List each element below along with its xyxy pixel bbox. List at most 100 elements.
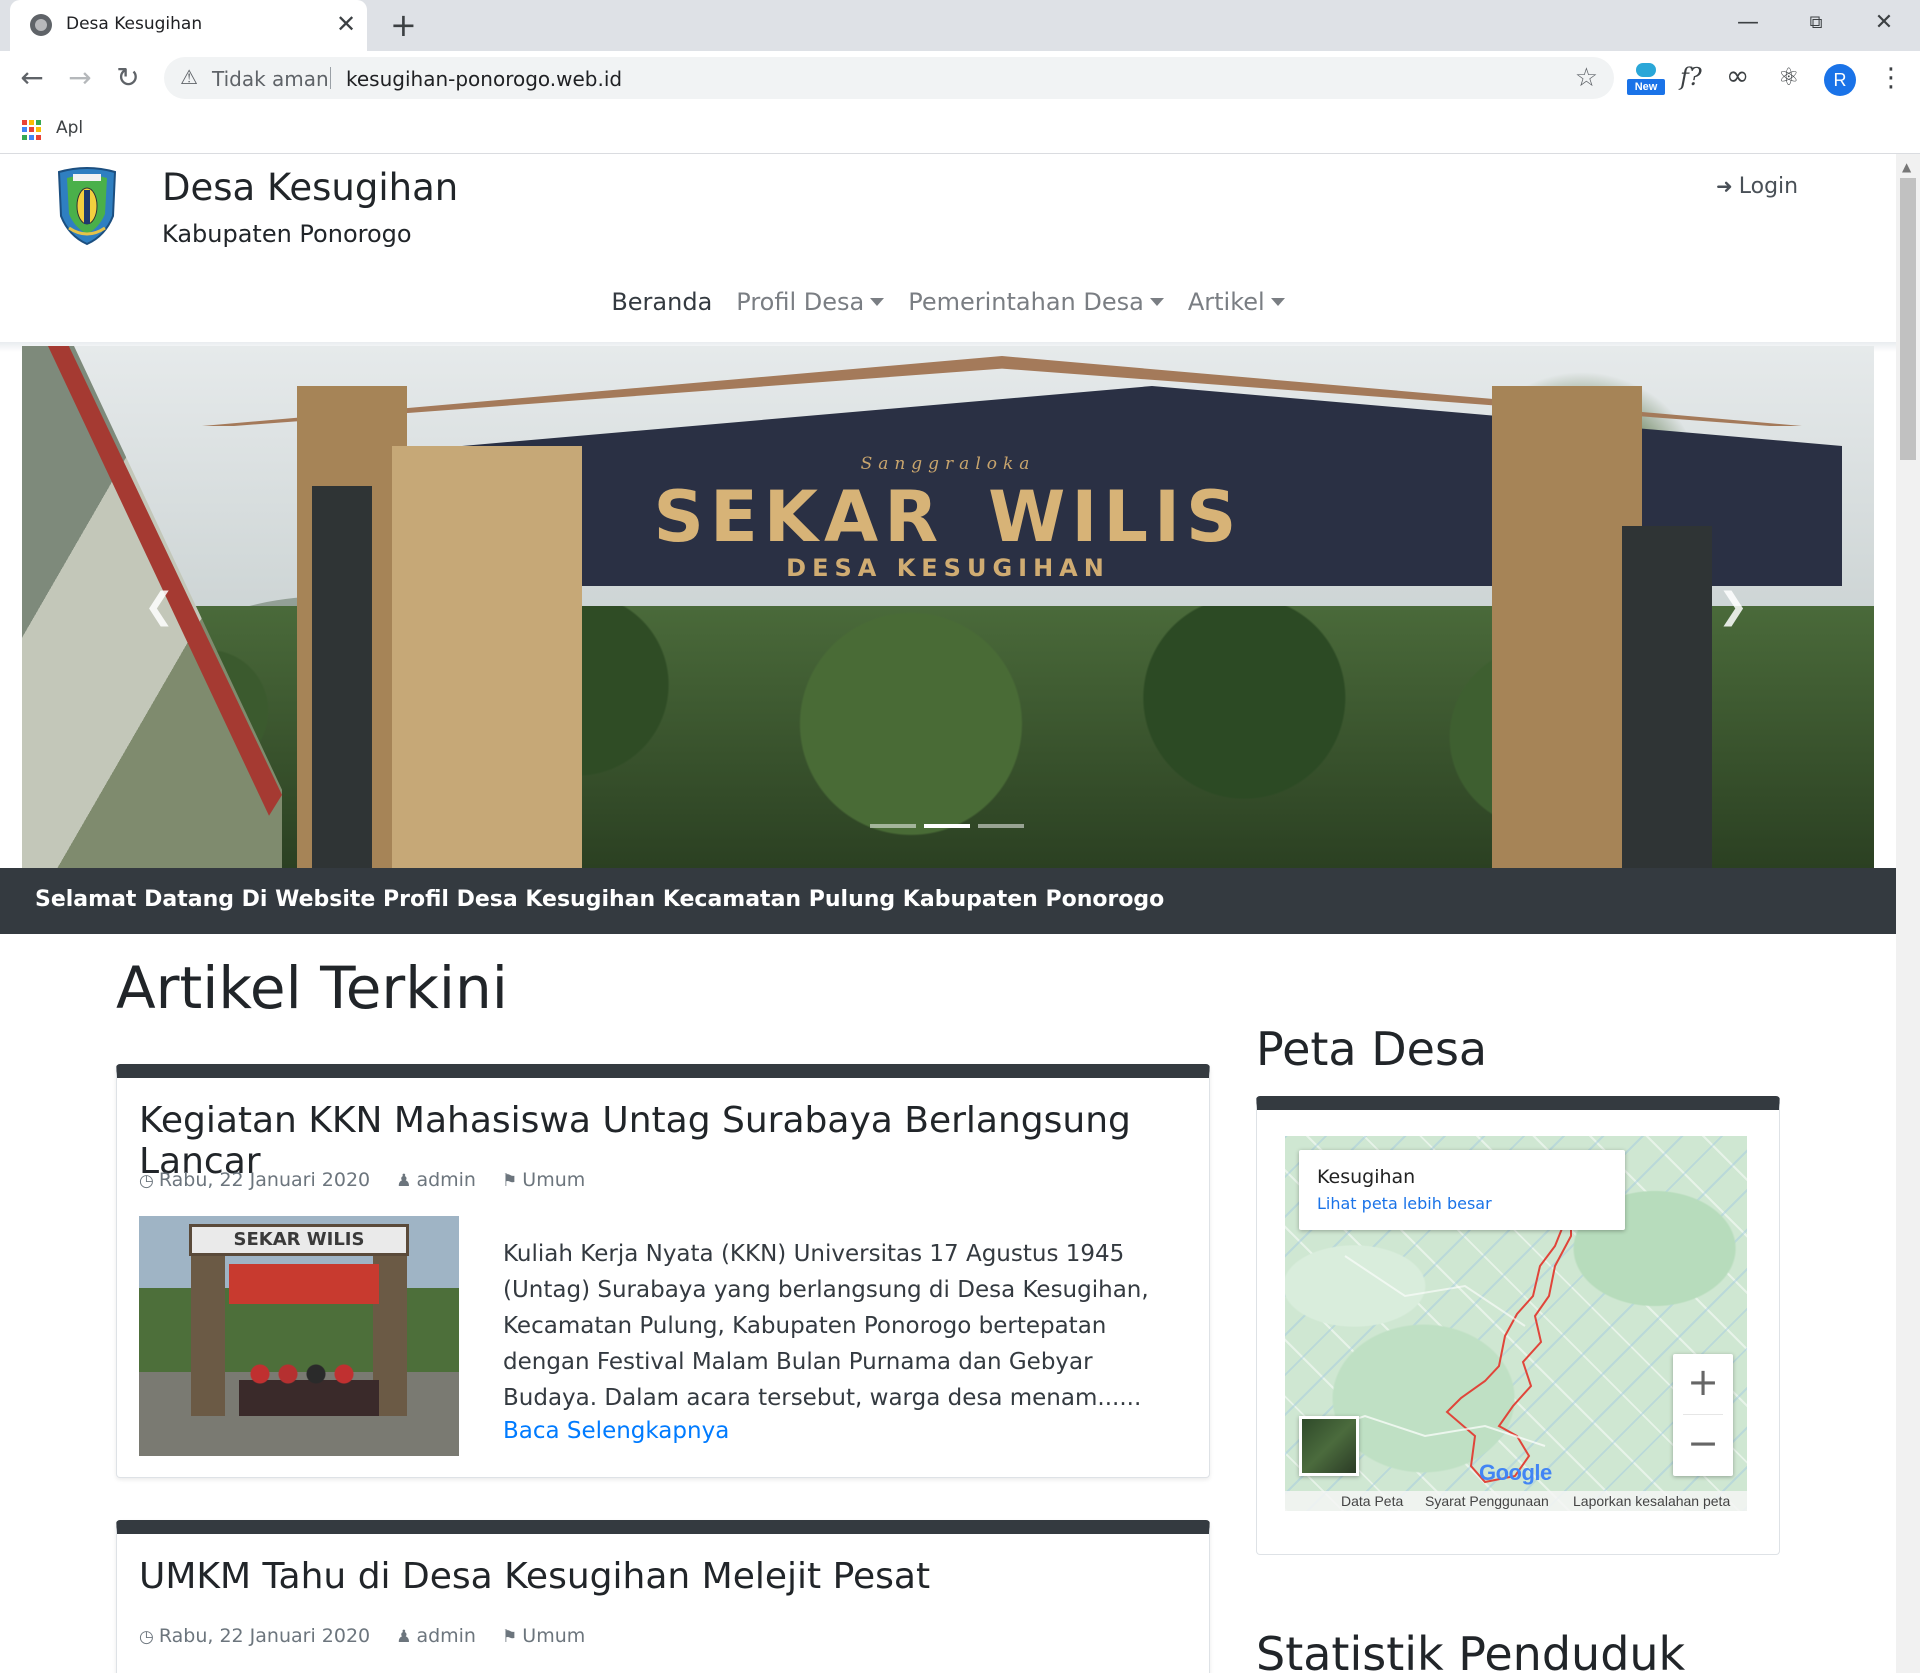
site-title[interactable]: Desa Kesugihan [162,166,458,209]
infinity-extension-icon[interactable]: ∞ [1726,59,1749,92]
ponorogo-emblem-logo[interactable] [55,166,119,246]
bookmarks-bar: Apl [0,105,1920,154]
article-category[interactable]: Umum [522,1169,585,1191]
article-author[interactable]: admin [416,1625,476,1647]
scrollbar-thumb[interactable] [1900,178,1916,460]
login-link[interactable]: ➜ Login [1716,174,1798,199]
article-date: Rabu, 22 Januari 2020 [158,1625,371,1647]
map-report-link[interactable]: Laporkan kesalahan peta [1573,1493,1730,1509]
minimize-icon[interactable]: — [1728,6,1768,40]
tab-title: Desa Kesugihan [66,14,203,34]
carousel-indicator-active[interactable] [924,824,970,828]
map-info-box: Kesugihan Lihat peta lebih besar [1299,1150,1625,1230]
scroll-up-icon[interactable]: ▲ [1902,160,1911,174]
nav-label: Beranda [611,288,713,316]
clock-icon: ◷ [139,1627,154,1647]
article-meta: ◷ Rabu, 22 Januari 2020 ♟ admin ⚑ Umum [139,1625,605,1647]
bookmark-star-icon[interactable]: ☆ [1575,63,1598,93]
article-thumbnail[interactable]: SEKAR WILIS [139,1216,459,1456]
apps-bookmark-label[interactable]: Apl [56,118,83,138]
carousel-indicators [870,824,1024,828]
map-place-name: Kesugihan [1317,1166,1416,1188]
back-icon[interactable]: ← [16,62,48,94]
user-icon: ♟ [396,1627,412,1647]
zoom-controls: + − [1673,1354,1733,1476]
sign-in-icon: ➜ [1716,174,1733,198]
gate-title: SEKAR WILIS [22,476,1874,558]
map-data-link[interactable]: Data Peta [1341,1493,1403,1509]
browser-tab[interactable]: Desa Kesugihan ✕ [10,0,367,51]
nav-item-profil-desa[interactable]: Profil Desa [736,288,885,338]
user-icon: ♟ [396,1171,412,1191]
browser-tab-strip: Desa Kesugihan ✕ + — ⧉ ✕ [0,0,1920,51]
hero-carousel[interactable]: Sanggraloka SEKAR WILIS DESA KESUGIHAN ❮ … [22,346,1874,868]
warning-icon: ⚠ [180,65,198,89]
article-author[interactable]: admin [416,1169,476,1191]
read-more-link[interactable]: Baca Selengkapnya [503,1418,729,1444]
tag-icon: ⚑ [502,1627,518,1647]
forward-icon[interactable]: → [64,62,96,94]
map-card: Kesugihan Lihat peta lebih besar + − Goo… [1256,1096,1780,1555]
article-card: UMKM Tahu di Desa Kesugihan Melejit Pesa… [116,1520,1210,1673]
carousel-indicator[interactable] [870,824,916,828]
nav-item-pemerintahan-desa[interactable]: Pemerintahan Desa [908,288,1164,338]
embedded-map[interactable]: Kesugihan Lihat peta lebih besar + − Goo… [1285,1136,1747,1511]
nav-item-beranda[interactable]: Beranda [611,288,712,338]
login-label: Login [1738,174,1799,199]
page-scrollbar[interactable]: ▲ [1896,154,1920,1673]
satellite-toggle[interactable] [1299,1416,1359,1476]
thumb-people [239,1356,379,1416]
caret-down-icon [1149,298,1164,306]
browser-toolbar: ← → ↻ ⚠ Tidak aman kesugihan-ponorogo.we… [0,51,1920,105]
article-title[interactable]: UMKM Tahu di Desa Kesugihan Melejit Pesa… [139,1556,930,1597]
profile-avatar[interactable]: R [1824,64,1856,96]
tag-icon: ⚑ [502,1171,518,1191]
thumb-sign: SEKAR WILIS [189,1224,409,1256]
view-larger-map-link[interactable]: Lihat peta lebih besar [1317,1194,1492,1213]
gate-subtitle: DESA KESUGIHAN [786,554,1110,582]
carousel-next-icon[interactable]: ❯ [1718,586,1748,627]
zoom-out-button[interactable]: − [1673,1415,1733,1475]
close-tab-icon[interactable]: ✕ [336,10,356,38]
extension-new-icon[interactable]: New [1627,63,1665,95]
globe-icon [30,14,52,36]
article-excerpt: Kuliah Kerja Nyata (KKN) Universitas 17 … [503,1241,1149,1411]
url-text[interactable]: kesugihan-ponorogo.web.id [346,67,622,91]
nav-label: Pemerintahan Desa [908,288,1144,316]
address-divider [330,67,331,89]
address-bar[interactable]: ⚠ Tidak aman kesugihan-ponorogo.web.id ☆ [164,57,1614,99]
gate-title-word: SEKAR [653,476,945,558]
clock-icon: ◷ [139,1171,154,1191]
gate-title-word: WILIS [988,476,1243,558]
main-navigation: Beranda Profil Desa Pemerintahan Desa Ar… [0,288,1896,338]
security-status[interactable]: Tidak aman [212,67,329,91]
thumb-banner [229,1264,379,1304]
window-close-icon[interactable]: ✕ [1864,6,1904,40]
caret-down-icon [1270,298,1285,306]
puzzle-extensions-icon[interactable]: ⚛ [1778,63,1800,91]
welcome-banner: Selamat Datang Di Website Profil Desa Ke… [0,868,1896,934]
map-heading: Peta Desa [1256,1022,1488,1076]
apps-grid-icon[interactable] [22,120,42,140]
carousel-prev-icon[interactable]: ❮ [144,586,174,627]
new-badge: New [1627,79,1665,95]
articles-heading: Artikel Terkini [116,954,508,1022]
carousel-indicator[interactable] [978,824,1024,828]
article-card: Kegiatan KKN Mahasiswa Untag Surabaya Be… [116,1064,1210,1478]
map-terms-link[interactable]: Syarat Penggunaan [1425,1493,1549,1509]
article-date: Rabu, 22 Januari 2020 [158,1169,371,1191]
restore-icon[interactable]: ⧉ [1796,6,1836,40]
menu-dots-icon[interactable]: ⋮ [1878,63,1904,93]
article-meta: ◷ Rabu, 22 Januari 2020 ♟ admin ⚑ Umum [139,1169,605,1191]
gate-small-text: Sanggraloka [860,454,1036,474]
caret-down-icon [870,298,885,306]
formula-extension-icon[interactable]: f? [1680,63,1702,91]
article-category[interactable]: Umum [522,1625,585,1647]
new-tab-button[interactable]: + [390,8,417,42]
page-viewport: Desa Kesugihan Kabupaten Ponorogo ➜ Login… [0,154,1920,1673]
reload-icon[interactable]: ↻ [112,62,144,94]
site-subtitle: Kabupaten Ponorogo [162,220,412,248]
map-footer: Data Peta Syarat Penggunaan Laporkan kes… [1285,1491,1747,1511]
nav-item-artikel[interactable]: Artikel [1188,288,1285,338]
zoom-in-button[interactable]: + [1673,1354,1733,1414]
